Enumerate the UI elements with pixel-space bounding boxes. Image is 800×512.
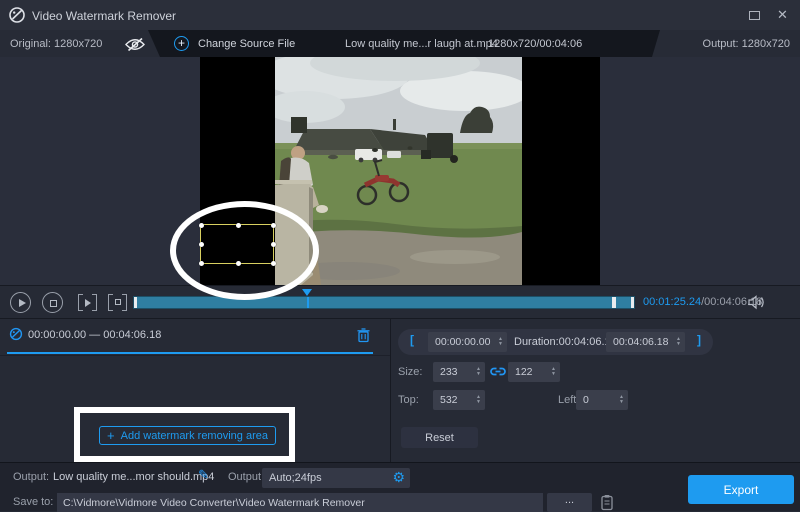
volume-icon[interactable]: [748, 295, 766, 310]
spin-down-icon[interactable]: ▼: [676, 342, 681, 348]
size-width-spinner[interactable]: 233 ▲▼: [433, 362, 485, 382]
trim-open-bracket: [: [410, 333, 414, 347]
change-source-file-button[interactable]: Change Source File: [198, 38, 295, 50]
frame-stop-icon: [115, 299, 121, 305]
eye-off-icon[interactable]: [124, 37, 146, 52]
source-file-name: Low quality me...r laugh at.mp4: [345, 38, 498, 50]
spin-down-icon[interactable]: ▼: [476, 400, 481, 406]
spin-down-icon[interactable]: ▼: [476, 372, 481, 378]
frame-play-icon: [85, 299, 91, 307]
timeline-slider[interactable]: [133, 296, 635, 309]
output-file-label: Output:: [13, 471, 49, 483]
size-width-value: 233: [433, 366, 476, 378]
output-format-field[interactable]: Auto;24fps ⚙: [262, 468, 410, 488]
open-folder-icon[interactable]: [600, 494, 614, 511]
gear-icon[interactable]: ⚙: [392, 469, 405, 486]
stop-icon: [50, 300, 57, 307]
playhead-marker[interactable]: [302, 289, 312, 296]
close-button[interactable]: ✕: [777, 7, 788, 23]
output-resolution-label: Output: 1280x720: [703, 38, 790, 50]
preview-play-button[interactable]: [78, 294, 97, 311]
stop-button[interactable]: [42, 292, 63, 313]
spin-down-icon[interactable]: ▼: [619, 400, 624, 406]
output-file-name: Low quality me...mor should.mp4: [53, 471, 214, 483]
output-format-value: Auto;24fps: [269, 472, 322, 484]
export-button[interactable]: Export: [688, 475, 794, 504]
export-label: Export: [724, 483, 759, 497]
highlight-rect-annotation: [74, 407, 295, 462]
current-time: 00:01:25.24: [643, 296, 701, 308]
play-icon: [19, 299, 26, 307]
edit-filename-icon[interactable]: ✎: [198, 467, 209, 483]
watermark-segment-item[interactable]: 00:00:00.00 — 00:04:06.18: [0, 319, 390, 356]
output-bar: Output: Low quality me...mor should.mp4 …: [0, 462, 800, 511]
time-display: 00:01:25.24/00:04:06.18: [643, 296, 762, 308]
play-button[interactable]: [10, 292, 31, 313]
end-time-value: 00:04:06.18: [606, 336, 676, 348]
top-label: Top:: [398, 394, 419, 406]
segment-selected-indicator: [7, 352, 373, 354]
save-path-field[interactable]: C:\Vidmore\Vidmore Video Converter\Video…: [57, 493, 543, 512]
properties-panel: [ 00:00:00.00 ▲▼ Duration:00:04:06.18 00…: [390, 319, 800, 463]
highlight-ellipse-annotation: [170, 201, 319, 300]
spin-down-icon[interactable]: ▼: [551, 372, 556, 378]
start-time-value: 00:00:00.00: [428, 336, 498, 348]
source-file-meta: 1280x720/00:04:06: [488, 38, 582, 50]
left-position-value: 0: [576, 394, 619, 406]
toolbar: Original: 1280x720 + Change Source File …: [0, 30, 800, 57]
app-title: Video Watermark Remover: [32, 9, 176, 23]
trim-end-handle[interactable]: [612, 297, 616, 308]
trim-close-bracket: ]: [697, 333, 701, 347]
link-dimensions-icon[interactable]: [490, 365, 506, 378]
top-position-spinner[interactable]: 532 ▲▼: [433, 390, 485, 410]
reset-label: Reset: [425, 432, 454, 444]
add-source-icon[interactable]: +: [174, 36, 189, 51]
timeline-end-cap: [631, 297, 634, 308]
delete-segment-icon[interactable]: [357, 328, 370, 343]
spin-down-icon[interactable]: ▼: [498, 342, 503, 348]
app-logo-icon: [8, 6, 26, 24]
end-time-spinner[interactable]: 00:04:06.18 ▲▼: [606, 332, 685, 352]
playback-controls: 00:01:25.24/00:04:06.18: [0, 285, 800, 318]
top-position-value: 532: [433, 394, 476, 406]
size-label: Size:: [398, 366, 422, 378]
title-bar: Video Watermark Remover ✕: [0, 0, 800, 30]
watermark-segment-icon: [9, 327, 23, 341]
save-to-label: Save to:: [13, 496, 53, 508]
trim-start-handle[interactable]: [134, 297, 137, 308]
preview-stop-button[interactable]: [108, 294, 127, 311]
left-position-spinner[interactable]: 0 ▲▼: [576, 390, 628, 410]
original-resolution-label: Original: 1280x720: [10, 38, 102, 50]
playhead-line: [307, 297, 309, 308]
maximize-button[interactable]: [749, 11, 760, 20]
size-height-value: 122: [508, 366, 551, 378]
save-path-value: C:\Vidmore\Vidmore Video Converter\Video…: [63, 497, 365, 509]
duration-label: Duration:00:04:06.18: [514, 336, 617, 348]
reset-button[interactable]: Reset: [401, 427, 478, 448]
start-time-spinner[interactable]: 00:00:00.00 ▲▼: [428, 332, 507, 352]
size-height-spinner[interactable]: 122 ▲▼: [508, 362, 560, 382]
segment-time-range: 00:00:00.00 — 00:04:06.18: [28, 329, 161, 341]
browse-folder-button[interactable]: ...: [547, 493, 592, 512]
video-preview-area: [0, 57, 800, 285]
output-format-label: Output:: [228, 471, 264, 483]
